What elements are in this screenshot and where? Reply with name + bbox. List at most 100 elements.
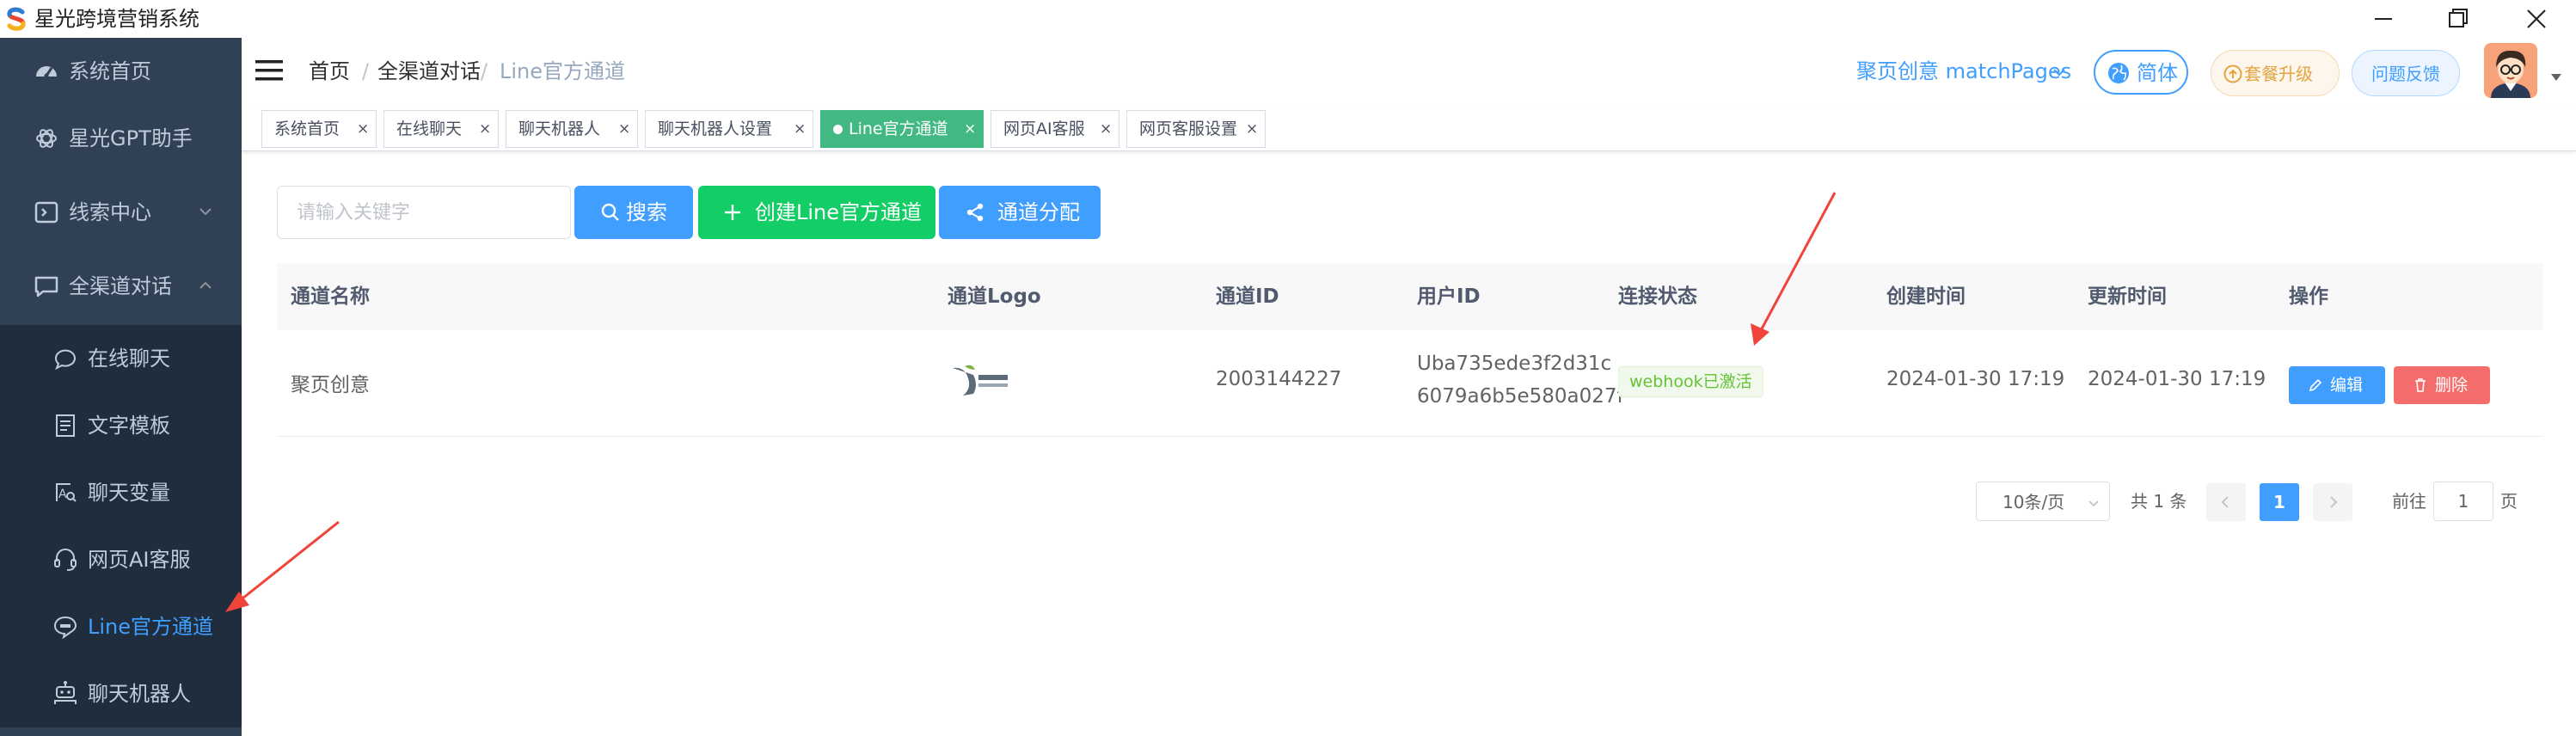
minimize-button[interactable] bbox=[2366, 3, 2401, 34]
page-size-label: 10条/页 bbox=[2003, 492, 2065, 512]
close-window-button[interactable] bbox=[2519, 3, 2554, 34]
trash-icon bbox=[2415, 378, 2426, 392]
sidebar-item-text-template[interactable]: 文字模板 bbox=[0, 392, 242, 459]
sidebar-item-web-ai-service[interactable]: 网页AI客服 bbox=[0, 526, 242, 593]
breadcrumb-omnichannel[interactable]: 全渠道对话 bbox=[377, 57, 481, 86]
feedback-label: 问题反馈 bbox=[2371, 64, 2440, 84]
chevron-down-icon bbox=[2088, 500, 2099, 507]
user-id-line2: 6079a6b5e580a027f bbox=[1417, 385, 1624, 408]
sidebar-item-omnichannel[interactable]: 全渠道对话 bbox=[0, 253, 242, 320]
search-icon bbox=[601, 203, 619, 221]
channel-logo-icon bbox=[953, 365, 1008, 396]
search-button[interactable]: 搜索 bbox=[574, 186, 693, 239]
status-badge: webhook已激活 bbox=[1618, 366, 1763, 397]
tag-web-service-settings[interactable]: 网页客服设置 × bbox=[1126, 110, 1266, 148]
prev-page-button[interactable] bbox=[2206, 483, 2246, 521]
breadcrumb-home[interactable]: 首页 bbox=[309, 57, 350, 86]
column-header: 通道名称 bbox=[291, 285, 370, 308]
tag-line-channel[interactable]: Line官方通道 × bbox=[820, 110, 984, 148]
tag-close-icon[interactable]: × bbox=[964, 111, 976, 147]
column-header: 连接状态 bbox=[1618, 285, 1697, 308]
upgrade-plan-button[interactable]: 套餐升级 bbox=[2211, 50, 2340, 96]
assign-button-label: 通道分配 bbox=[997, 200, 1080, 224]
tag-chat-robot[interactable]: 聊天机器人 × bbox=[506, 110, 638, 148]
chevron-left-icon bbox=[2221, 496, 2229, 508]
channel-id: 2003144227 bbox=[1216, 368, 1342, 390]
app-logo-icon bbox=[7, 7, 26, 31]
sidebar-item-line-channel[interactable]: Line官方通道 bbox=[0, 593, 242, 660]
updated-time: 2024-01-30 17:19 bbox=[2088, 368, 2266, 390]
chevron-down-icon bbox=[199, 208, 212, 216]
tag-chat-robot-settings[interactable]: 聊天机器人设置 × bbox=[645, 110, 813, 148]
goto-page-input[interactable] bbox=[2433, 481, 2493, 521]
delete-button[interactable]: 删除 bbox=[2394, 366, 2490, 404]
robot-icon bbox=[54, 681, 77, 704]
tag-label: Line官方通道 bbox=[849, 120, 948, 138]
sidebar-item-gpt-assistant[interactable]: 星光GPT助手 bbox=[0, 105, 242, 172]
sidebar-item-dashboard[interactable]: 系统首页 bbox=[0, 38, 242, 105]
next-page-button[interactable] bbox=[2313, 483, 2352, 521]
column-header: 用户ID bbox=[1417, 285, 1481, 308]
sidebar-item-label: 聊天机器人 bbox=[88, 682, 191, 706]
tag-close-icon[interactable]: × bbox=[618, 111, 630, 147]
plus-icon bbox=[725, 205, 740, 220]
tag-label: 网页客服设置 bbox=[1139, 120, 1238, 138]
table-header: 通道名称 通道Logo 通道ID 用户ID 连接状态 创建时间 更新时间 操作 bbox=[277, 263, 2543, 330]
sidebar-item-label: 全渠道对话 bbox=[69, 274, 172, 298]
tag-close-icon[interactable]: × bbox=[1246, 111, 1258, 147]
feedback-button[interactable]: 问题反馈 bbox=[2352, 50, 2460, 96]
tag-close-icon[interactable]: × bbox=[479, 111, 491, 147]
tag-web-ai-service[interactable]: 网页AI客服 × bbox=[991, 110, 1119, 148]
tag-close-icon[interactable]: × bbox=[357, 111, 369, 147]
column-header: 操作 bbox=[2289, 285, 2328, 308]
tag-label: 网页AI客服 bbox=[1003, 120, 1085, 138]
search-input[interactable] bbox=[277, 186, 571, 239]
page-size-select[interactable]: 10条/页 bbox=[1976, 481, 2110, 521]
sidebar-item-chat-variables[interactable]: A 聊天变量 bbox=[0, 459, 242, 526]
goto-suffix: 页 bbox=[2500, 491, 2518, 512]
maximize-button[interactable] bbox=[2440, 3, 2475, 34]
globe-icon bbox=[2108, 63, 2129, 83]
upgrade-label: 套餐升级 bbox=[2244, 64, 2313, 84]
hamburger-icon[interactable] bbox=[254, 55, 285, 86]
page-number-current[interactable]: 1 bbox=[2260, 483, 2299, 521]
tag-close-icon[interactable]: × bbox=[794, 111, 806, 147]
sidebar-item-label: 系统首页 bbox=[69, 59, 151, 83]
chevron-up-icon bbox=[199, 281, 212, 289]
sidebar-item-label: 星光GPT助手 bbox=[69, 126, 193, 150]
dashboard-icon bbox=[36, 66, 57, 78]
search-button-label: 搜索 bbox=[626, 200, 667, 224]
edit-button[interactable]: 编辑 bbox=[2289, 366, 2385, 404]
channel-assign-button[interactable]: 通道分配 bbox=[939, 186, 1101, 239]
variable-icon: A bbox=[56, 483, 77, 502]
tag-close-icon[interactable]: × bbox=[1100, 111, 1112, 147]
column-header: 创建时间 bbox=[1886, 285, 1966, 308]
user-id-line1: Uba735ede3f2d31c bbox=[1417, 353, 1612, 375]
tags-view: 系统首页 × 在线聊天 × 聊天机器人 × 聊天机器人设置 × Line官方通道… bbox=[242, 107, 2576, 151]
language-button[interactable]: 简体 bbox=[2094, 50, 2188, 95]
sidebar-item-label: 文字模板 bbox=[88, 414, 170, 438]
message-icon bbox=[54, 349, 76, 371]
sidebar-item-online-chat[interactable]: 在线聊天 bbox=[0, 325, 242, 392]
column-header: 通道Logo bbox=[948, 285, 1041, 308]
tag-dashboard[interactable]: 系统首页 × bbox=[261, 110, 377, 148]
caret-down-icon[interactable] bbox=[2549, 72, 2563, 83]
openai-icon bbox=[36, 129, 57, 148]
tag-online-chat[interactable]: 在线聊天 × bbox=[383, 110, 499, 148]
create-line-channel-button[interactable]: 创建Line官方通道 bbox=[698, 186, 935, 239]
tag-label: 聊天机器人设置 bbox=[658, 120, 773, 138]
upgrade-arrow-icon bbox=[2223, 64, 2242, 83]
created-time: 2024-01-30 17:19 bbox=[1886, 368, 2065, 390]
header: 首页 / 全渠道对话 / Line官方通道 聚页创意 matchPages 简体… bbox=[242, 38, 2576, 107]
sidebar-item-chat-robot[interactable]: 聊天机器人 bbox=[0, 660, 242, 727]
svg-text:A: A bbox=[58, 488, 67, 501]
avatar[interactable] bbox=[2484, 43, 2537, 98]
table-row: 聚页创意 2003144227 Uba735ede3f2d31c 6079a6b… bbox=[277, 330, 2543, 437]
delete-label: 删除 bbox=[2435, 376, 2469, 395]
document-icon bbox=[56, 414, 75, 437]
total-count: 共 1 条 bbox=[2131, 491, 2187, 512]
sidebar-item-clue-center[interactable]: 线索中心 bbox=[0, 179, 242, 246]
clue-icon bbox=[34, 201, 58, 224]
channel-name: 聚页创意 bbox=[291, 374, 370, 396]
breadcrumb-separator: / bbox=[362, 59, 370, 83]
